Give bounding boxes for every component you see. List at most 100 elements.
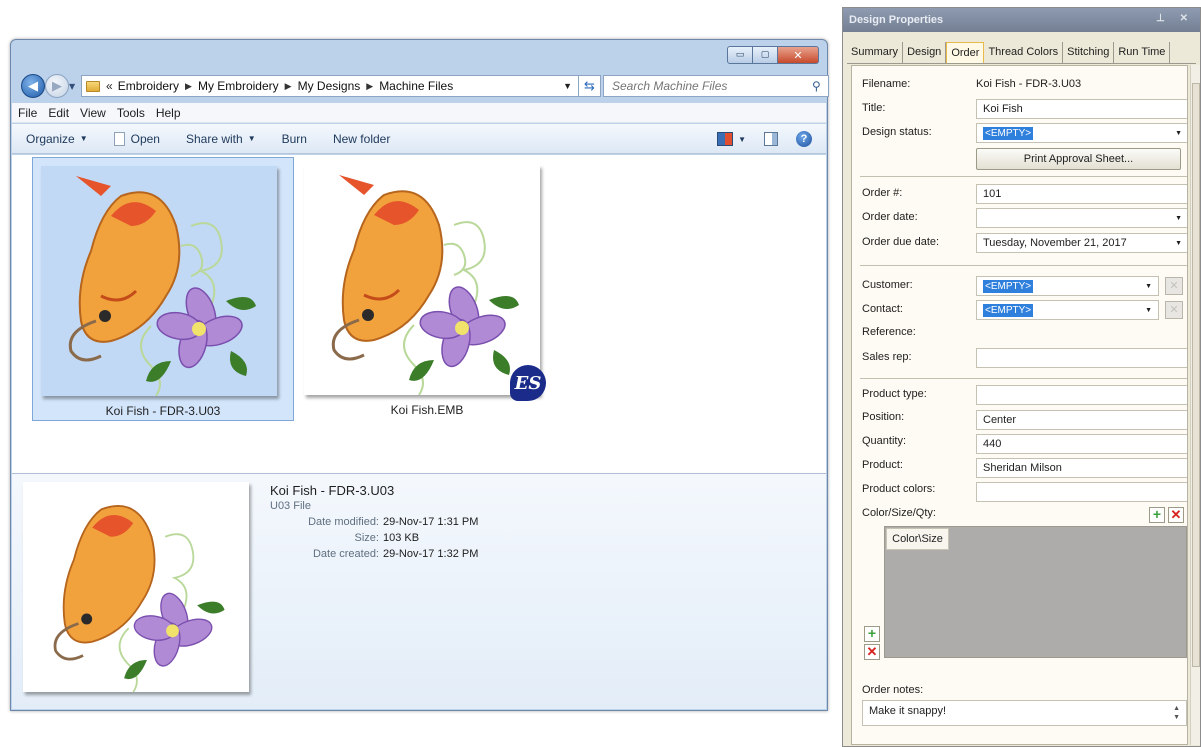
menu-help[interactable]: Help	[156, 106, 181, 120]
command-bar: Organize ▼ Open Share with ▼ Burn New fo…	[12, 124, 826, 154]
minimize-button[interactable]: ▭	[727, 46, 753, 64]
window-controls: ▭ ▢ ✕	[727, 46, 819, 64]
tab-summary[interactable]: Summary	[847, 42, 904, 63]
tab-stitching[interactable]: Stitching	[1063, 42, 1115, 63]
chevron-right-icon[interactable]: ▶	[366, 81, 373, 92]
share-with-label: Share with	[185, 131, 243, 146]
chevron-down-icon: ▼	[1145, 306, 1152, 314]
folder-icon	[86, 80, 100, 92]
file-name: Koi Fish - FDR-3.U03	[105, 404, 221, 418]
quantity-label: Quantity:	[862, 435, 907, 447]
remove-column-button[interactable]: ✕	[1168, 507, 1184, 523]
burn-button[interactable]: Burn	[282, 132, 307, 146]
remove-row-button[interactable]: ✕	[864, 644, 880, 660]
file-tile[interactable]: ES Koi Fish.EMB	[296, 157, 558, 421]
file-thumbnail	[41, 166, 277, 397]
position-label: Position:	[862, 411, 905, 423]
breadcrumb-item[interactable]: My Designs	[298, 79, 361, 93]
refresh-icon: ⇆	[584, 78, 595, 94]
breadcrumb-item[interactable]: My Embroidery	[198, 79, 279, 93]
order-number-field[interactable]: 101	[976, 184, 1187, 204]
order-form: Filename: Koi Fish - FDR-3.U03 Title: Ko…	[851, 65, 1188, 745]
title-label: Title:	[862, 102, 886, 114]
reference-field[interactable]	[976, 323, 1187, 343]
add-row-button[interactable]: +	[864, 626, 880, 642]
tab-design[interactable]: Design	[903, 42, 947, 63]
address-bar[interactable]: « Embroidery ▶ My Embroidery ▶ My Design…	[81, 75, 579, 97]
new-folder-button[interactable]: New folder	[333, 132, 390, 146]
help-icon[interactable]: ?	[796, 131, 812, 147]
product-field[interactable]: Sheridan Milson	[976, 458, 1187, 478]
order-notes-textarea[interactable]: Make it snappy! ▲ ▼	[862, 700, 1187, 726]
menu-edit[interactable]: Edit	[48, 106, 69, 120]
contact-select[interactable]: <EMPTY> ▼	[976, 300, 1159, 320]
file-tile[interactable]: Koi Fish - FDR-3.U03	[32, 157, 294, 421]
maximize-button[interactable]: ▢	[752, 46, 778, 64]
forward-arrow-icon: ▶	[52, 78, 62, 94]
chevron-right-icon[interactable]: ▶	[185, 81, 192, 92]
notes-scroll-arrows-icon[interactable]: ▲ ▼	[1173, 704, 1180, 722]
back-button[interactable]: ◀	[21, 74, 45, 98]
close-button[interactable]: ✕	[777, 46, 819, 64]
add-column-button[interactable]: +	[1149, 507, 1165, 523]
preview-pane-icon[interactable]	[764, 132, 778, 146]
order-due-date-value: Tuesday, November 21, 2017	[983, 237, 1127, 249]
chevron-right-icon[interactable]: ▶	[285, 81, 292, 92]
open-button[interactable]: Open	[113, 131, 160, 146]
chevron-down-icon: ▼	[1175, 129, 1182, 137]
tab-order[interactable]: Order	[946, 42, 985, 63]
tab-run-time[interactable]: Run Time	[1114, 42, 1171, 63]
refresh-button[interactable]: ⇆	[579, 75, 601, 97]
menu-file[interactable]: File	[18, 106, 37, 120]
sales-rep-field[interactable]	[976, 348, 1187, 368]
title-field[interactable]: Koi Fish	[976, 99, 1187, 119]
product-colors-field[interactable]	[976, 482, 1187, 502]
open-label: Open	[130, 131, 160, 146]
tab-thread-colors[interactable]: Thread Colors	[984, 42, 1064, 63]
details-value: 29-Nov-17 1:32 PM	[383, 548, 479, 560]
menu-view[interactable]: View	[80, 106, 106, 120]
design-status-value: <EMPTY>	[983, 126, 1034, 140]
print-approval-sheet-button[interactable]: Print Approval Sheet...	[976, 148, 1181, 170]
grid-header-color-size[interactable]: Color\Size	[886, 528, 949, 550]
color-size-grid[interactable]: Color\Size	[884, 526, 1187, 658]
menu-tools[interactable]: Tools	[117, 106, 145, 120]
breadcrumb-overflow[interactable]: «	[106, 79, 113, 93]
panel-controls[interactable]: ⊥ ✕	[1156, 13, 1194, 24]
order-date-label: Order date:	[862, 211, 918, 223]
product-type-field[interactable]	[976, 385, 1187, 405]
position-field[interactable]: Center	[976, 410, 1187, 430]
breadcrumb-item[interactable]: Machine Files	[379, 79, 453, 93]
chevron-down-icon: ▼	[1145, 282, 1152, 290]
organize-button[interactable]: Organize ▼	[26, 132, 88, 146]
search-icon[interactable]: ⚲	[812, 79, 828, 93]
order-due-date-picker[interactable]: Tuesday, November 21, 2017 ▼	[976, 233, 1187, 253]
details-key: Size:	[354, 532, 379, 544]
order-date-picker[interactable]: ▼	[976, 208, 1187, 228]
panel-scrollbar[interactable]	[1190, 65, 1200, 745]
file-name: Koi Fish.EMB	[390, 403, 464, 417]
contact-clear-button[interactable]: ✕	[1165, 301, 1183, 319]
search-input[interactable]	[610, 78, 812, 94]
chevron-down-icon[interactable]: ▼	[738, 135, 746, 144]
quantity-field[interactable]: 440	[976, 434, 1187, 454]
contact-label: Contact:	[862, 303, 903, 315]
product-value: Sheridan Milson	[983, 462, 1062, 474]
design-status-select[interactable]: <EMPTY> ▼	[976, 123, 1187, 143]
recent-pages-dropdown[interactable]: ▼	[69, 82, 75, 91]
share-with-button[interactable]: Share with ▼	[186, 132, 256, 146]
scroll-thumb[interactable]	[1192, 83, 1200, 667]
change-view-icon[interactable]	[717, 132, 734, 146]
color-size-qty-label: Color/Size/Qty:	[862, 507, 936, 519]
position-value: Center	[983, 414, 1017, 426]
customer-select[interactable]: <EMPTY> ▼	[976, 276, 1159, 296]
customer-clear-button[interactable]: ✕	[1165, 277, 1183, 295]
explorer-window: ▭ ▢ ✕ ◀ ▶ ▼ « Embroidery ▶ My Embroidery…	[10, 39, 829, 711]
sales-rep-label: Sales rep:	[862, 351, 912, 363]
chevron-down-icon[interactable]: ▼	[563, 81, 572, 91]
forward-button[interactable]: ▶	[45, 74, 69, 98]
filename-label: Filename:	[862, 78, 911, 90]
details-key: Date created:	[312, 548, 379, 560]
breadcrumb-item[interactable]: Embroidery	[118, 79, 179, 93]
organize-label: Organize	[26, 131, 75, 146]
